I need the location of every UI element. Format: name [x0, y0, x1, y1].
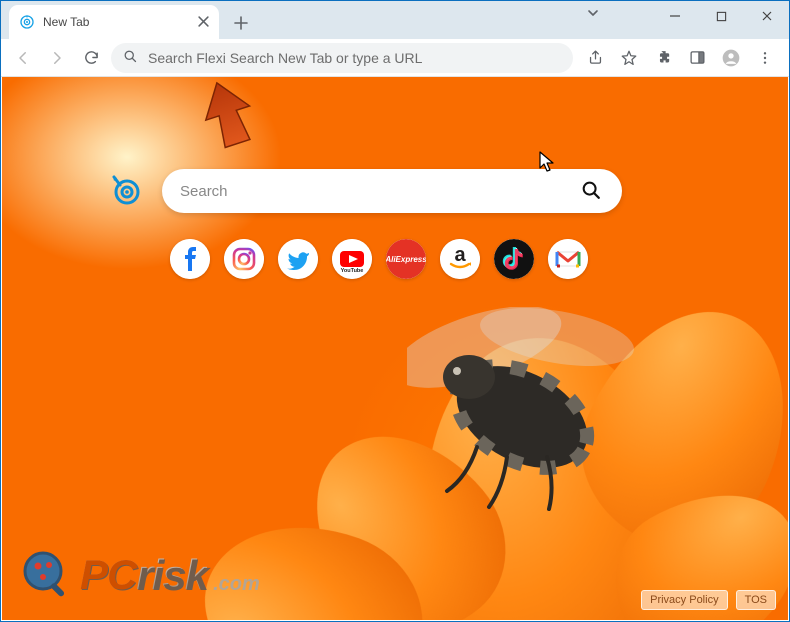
window-close-button[interactable]: [745, 1, 789, 31]
watermark-text: PCrisk: [80, 551, 207, 599]
shortcut-twitter[interactable]: [278, 239, 318, 279]
shortcut-aliexpress[interactable]: AliExpress: [386, 239, 426, 279]
toolbar-actions: [579, 43, 781, 73]
sidepanel-button[interactable]: [681, 43, 713, 73]
forward-button[interactable]: [43, 44, 71, 72]
page-search-input[interactable]: [180, 183, 580, 200]
window-maximize-button[interactable]: [699, 1, 743, 31]
tab-title: New Tab: [43, 15, 89, 29]
browser-toolbar: Search Flexi Search New Tab or type a UR…: [1, 39, 789, 77]
shortcut-facebook[interactable]: [170, 239, 210, 279]
page-search-bar[interactable]: [162, 169, 622, 213]
shortcut-tiktok[interactable]: [494, 239, 534, 279]
tab-close-button[interactable]: [198, 15, 209, 30]
svg-text:AliExpress: AliExpress: [386, 255, 426, 264]
omnibox-placeholder: Search Flexi Search New Tab or type a UR…: [148, 50, 422, 66]
shortcut-youtube[interactable]: YouTube: [332, 239, 372, 279]
tab-list-chevron-icon[interactable]: [587, 7, 599, 22]
window-minimize-button[interactable]: [653, 1, 697, 31]
extensions-button[interactable]: [647, 43, 679, 73]
page-logo-icon: [110, 175, 142, 207]
search-icon: [123, 49, 138, 67]
tab-favicon-icon: [19, 14, 35, 30]
svg-text:YouTube: YouTube: [341, 268, 364, 274]
window-controls: [653, 1, 789, 31]
bookmark-star-button[interactable]: [613, 43, 645, 73]
omnibox[interactable]: Search Flexi Search New Tab or type a UR…: [111, 43, 573, 73]
tos-link[interactable]: TOS: [736, 590, 776, 610]
footer-links: Privacy Policy TOS: [641, 590, 776, 610]
back-button[interactable]: [9, 44, 37, 72]
shortcut-instagram[interactable]: [224, 239, 264, 279]
kebab-menu-button[interactable]: [749, 43, 781, 73]
new-tab-button[interactable]: [227, 9, 255, 37]
watermark-logo-icon: [20, 548, 74, 602]
tab-strip: New Tab: [1, 1, 789, 39]
profile-avatar-button[interactable]: [715, 43, 747, 73]
privacy-policy-link[interactable]: Privacy Policy: [641, 590, 727, 610]
reload-button[interactable]: [77, 44, 105, 72]
browser-tab[interactable]: New Tab: [9, 5, 219, 39]
page-search-submit-icon[interactable]: [580, 179, 604, 203]
share-button[interactable]: [579, 43, 611, 73]
page-content: YouTube AliExpress a Privacy Policy TOS …: [2, 77, 788, 620]
shortcut-amazon[interactable]: a: [440, 239, 480, 279]
shortcut-row: YouTube AliExpress a: [170, 239, 588, 279]
shortcut-gmail[interactable]: [548, 239, 588, 279]
svg-text:a: a: [454, 244, 466, 266]
